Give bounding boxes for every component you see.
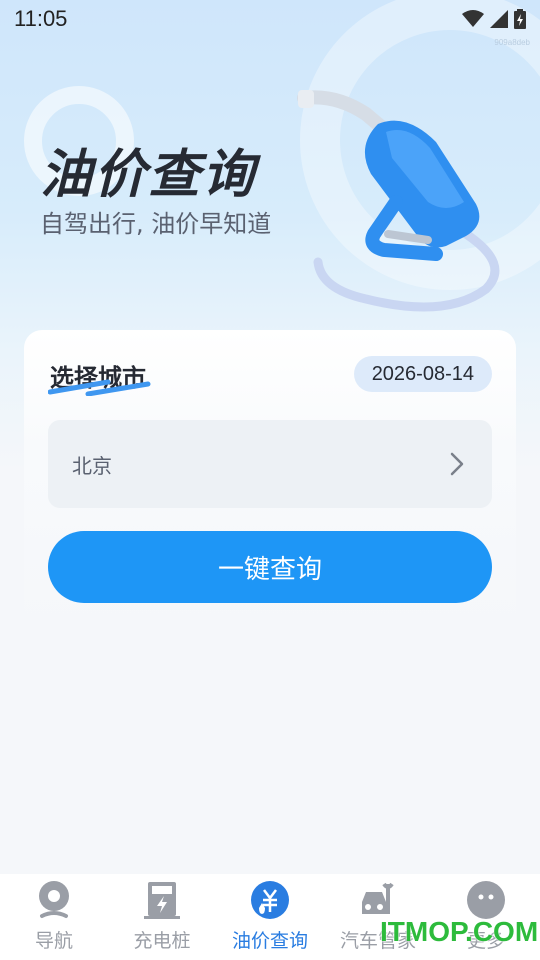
status-time: 11:05 xyxy=(14,6,68,31)
title-underline-decor xyxy=(48,379,151,396)
status-icons xyxy=(462,9,526,29)
city-query-card: 选择城市 2026-08-14 北京 一键查询 xyxy=(24,330,516,630)
chevron-right-icon xyxy=(450,452,464,476)
query-button[interactable]: 一键查询 xyxy=(48,531,492,603)
nav-label: 油价查询 xyxy=(231,930,308,952)
car-tools-icon xyxy=(358,880,398,920)
build-tag: 909a8deb xyxy=(494,38,530,47)
nav-item-fuel-price[interactable]: 油价查询 xyxy=(216,874,324,960)
fuel-nozzle-icon xyxy=(297,90,500,312)
charging-station-icon xyxy=(142,880,182,920)
fuel-price-icon xyxy=(250,880,290,920)
map-pin-icon xyxy=(34,880,74,920)
site-watermark: ITMOP.COM xyxy=(380,916,539,947)
nav-label: 充电桩 xyxy=(133,930,191,952)
battery-charging-icon xyxy=(514,9,526,29)
more-face-icon xyxy=(466,880,506,920)
nav-label: 导航 xyxy=(34,930,73,952)
date-badge: 2026-08-14 xyxy=(353,356,492,392)
signal-icon xyxy=(490,10,508,28)
nav-item-navigation[interactable]: 导航 xyxy=(0,874,108,960)
page-subtitle: 自驾出行, 油价早知道 xyxy=(40,210,272,238)
page-title: 油价查询 xyxy=(40,145,257,205)
wifi-icon xyxy=(462,10,484,27)
city-select[interactable]: 北京 xyxy=(48,420,492,508)
status-bar: 11:05 xyxy=(0,0,540,38)
nav-item-charging[interactable]: 充电桩 xyxy=(108,874,216,960)
city-value: 北京 xyxy=(72,453,112,478)
